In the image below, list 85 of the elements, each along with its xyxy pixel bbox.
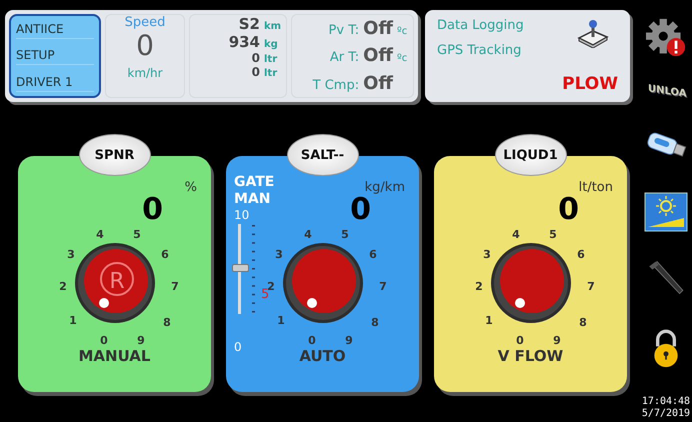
dial-number: 1 [68,314,76,327]
temperature-unit: ºc [397,26,408,38]
clock-date: 5/7/2019 [642,408,690,420]
mode-menu[interactable]: ANTIICE SETUP DRIVER 1 [9,14,101,98]
dial-number: 9 [552,334,560,347]
rotary-knob[interactable] [74,243,154,323]
dial-number: 1 [276,314,284,327]
speed-label: Speed [124,15,166,30]
dial-number: 3 [66,248,74,261]
speed-unit: km/hr [127,66,163,80]
dial-number: 4 [96,228,104,241]
dial-number: 3 [482,248,490,261]
dial-number: 9 [136,334,144,347]
status-item: Data Logging [437,18,524,33]
control-value: 0 [558,195,579,225]
dial-number: 6 [576,248,584,261]
dial-number: 3 [274,248,282,261]
knob-letter: R [108,269,124,294]
control-name-button[interactable]: SPNR [78,134,150,176]
dial-number: 8 [162,316,170,329]
total-unit: km [264,21,282,32]
mode-menu-item[interactable]: DRIVER 1 [16,73,94,92]
total-unit: kg [264,39,279,50]
temperature-value: Off [363,45,393,66]
temperature-value: Off [363,72,393,94]
mode-menu-item[interactable]: ANTIICE [16,20,94,39]
dial-number: 2 [58,280,66,293]
dial-number: 8 [370,316,378,329]
mode-menu-item[interactable]: SETUP [16,46,94,66]
dial-number: 4 [304,228,312,241]
dial-number: 6 [368,248,376,261]
mode-label: AUTO [299,347,346,365]
control-name-button[interactable]: LIQUD1 [494,134,566,176]
unload-button[interactable]: UNLOA [648,83,686,100]
gate-label: MAN [234,191,272,208]
scale-label: 5 [261,287,270,302]
total-unit: ltr [264,54,278,65]
control-name-button[interactable]: SALT-- [286,134,358,176]
scale-label: 0 [234,340,243,354]
dial-number: 4 [512,228,520,241]
unit-label: % [184,180,197,195]
gear-warning-icon[interactable] [644,18,688,58]
unit-label: kg/km [364,180,405,195]
dial-number: 5 [132,228,140,241]
dial-number: 2 [474,280,482,293]
rotary-knob[interactable] [282,243,362,323]
clock-time: 17:04:48 [642,396,690,408]
temperature-label: T Cmp: [312,78,360,93]
temperature-unit: ºc [397,53,408,64]
dial-number: 5 [548,228,556,241]
joystick-icon[interactable] [576,18,610,48]
dial-number: 0 [308,334,316,347]
mode-label: MANUAL [78,347,150,365]
dial-number: 0 [516,334,524,347]
dial-number: 7 [378,280,386,293]
rotary-knob[interactable] [490,243,570,323]
dial-number: 0 [100,334,108,347]
mode-indicator: PLOW [562,74,618,94]
total-value: S2 [238,15,260,33]
dial-number: 6 [160,248,168,261]
control-value: 0 [350,195,371,225]
temperature-label: Pv T: [328,23,360,38]
slider-handle[interactable] [232,264,249,272]
temperature-value: Off [363,18,393,40]
dial-number: 7 [170,280,178,293]
total-value: 0 [252,51,260,65]
status-item: GPS Tracking [437,43,522,58]
brightness-icon[interactable] [644,192,688,232]
dial-number: 2 [266,280,274,293]
total-value: 934 [228,33,260,51]
dial-number: 8 [578,316,586,329]
dial-number: 5 [340,228,348,241]
dial-number: 9 [344,334,352,347]
total-value: 0 [252,65,260,79]
scale-label: 10 [234,208,250,222]
dial-number: 7 [586,280,594,293]
total-unit: ltr [264,68,278,79]
dial-number: 1 [484,314,492,327]
control-value: 0 [142,195,163,225]
gate-label: GATE [234,174,274,191]
mode-label: V FLOW [498,347,564,365]
unit-label: lt/ton [578,180,613,195]
temperature-label: Ar T: [330,50,360,66]
gate-slider[interactable] [232,224,247,314]
speed-value: 0 [136,30,154,62]
